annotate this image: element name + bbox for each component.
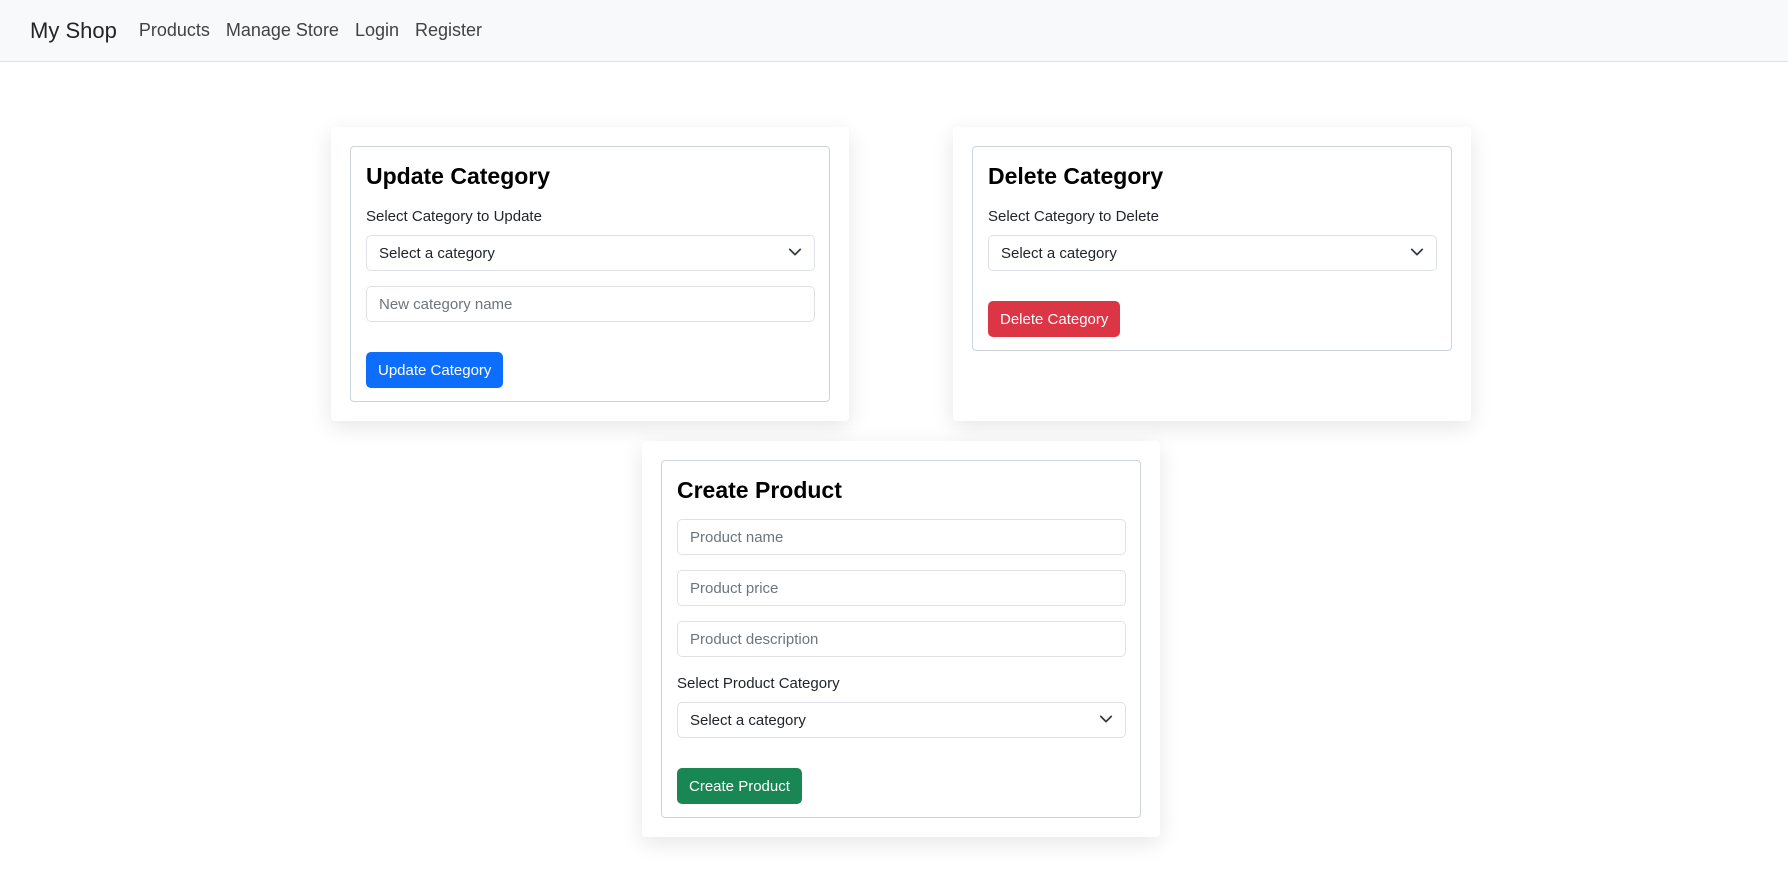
create-product-panel: Create Product Select Product Category S…: [642, 441, 1160, 837]
nav-link-products[interactable]: Products: [139, 20, 210, 41]
nav-link-login[interactable]: Login: [355, 20, 399, 41]
create-product-button[interactable]: Create Product: [677, 768, 802, 804]
delete-category-select[interactable]: Select a category: [988, 235, 1437, 271]
update-category-select[interactable]: Select a category: [366, 235, 815, 271]
delete-category-select-label: Select Category to Delete: [988, 208, 1159, 225]
update-category-title: Update Category: [366, 163, 551, 189]
chevron-down-icon: [1410, 248, 1424, 256]
nav-link-register[interactable]: Register: [415, 20, 482, 41]
brand-link[interactable]: My Shop: [30, 18, 117, 44]
product-category-select-value: Select a category: [690, 711, 806, 729]
delete-category-select-value: Select a category: [1001, 244, 1117, 262]
product-name-input[interactable]: [677, 519, 1126, 555]
delete-category-title: Delete Category: [988, 163, 1164, 189]
product-category-select-label: Select Product Category: [677, 675, 840, 692]
update-category-panel: Update Category Select Category to Updat…: [331, 127, 849, 421]
navbar: My Shop Products Manage Store Login Regi…: [0, 0, 1788, 62]
nav-link-manage-store[interactable]: Manage Store: [226, 20, 339, 41]
product-description-input[interactable]: [677, 621, 1126, 657]
chevron-down-icon: [788, 248, 802, 256]
product-price-input[interactable]: [677, 570, 1126, 606]
new-category-name-input[interactable]: [366, 286, 815, 322]
update-category-select-label: Select Category to Update: [366, 208, 542, 225]
create-product-card: Create Product Select Product Category S…: [661, 460, 1141, 818]
create-product-title: Create Product: [677, 477, 842, 503]
update-category-card: Update Category Select Category to Updat…: [350, 146, 830, 402]
delete-category-panel: Delete Category Select Category to Delet…: [953, 127, 1471, 421]
update-category-button[interactable]: Update Category: [366, 352, 504, 388]
chevron-down-icon: [1099, 715, 1113, 723]
delete-category-card: Delete Category Select Category to Delet…: [972, 146, 1452, 351]
delete-category-button[interactable]: Delete Category: [988, 301, 1121, 337]
product-category-select[interactable]: Select a category: [677, 702, 1126, 738]
update-category-select-value: Select a category: [379, 244, 495, 262]
